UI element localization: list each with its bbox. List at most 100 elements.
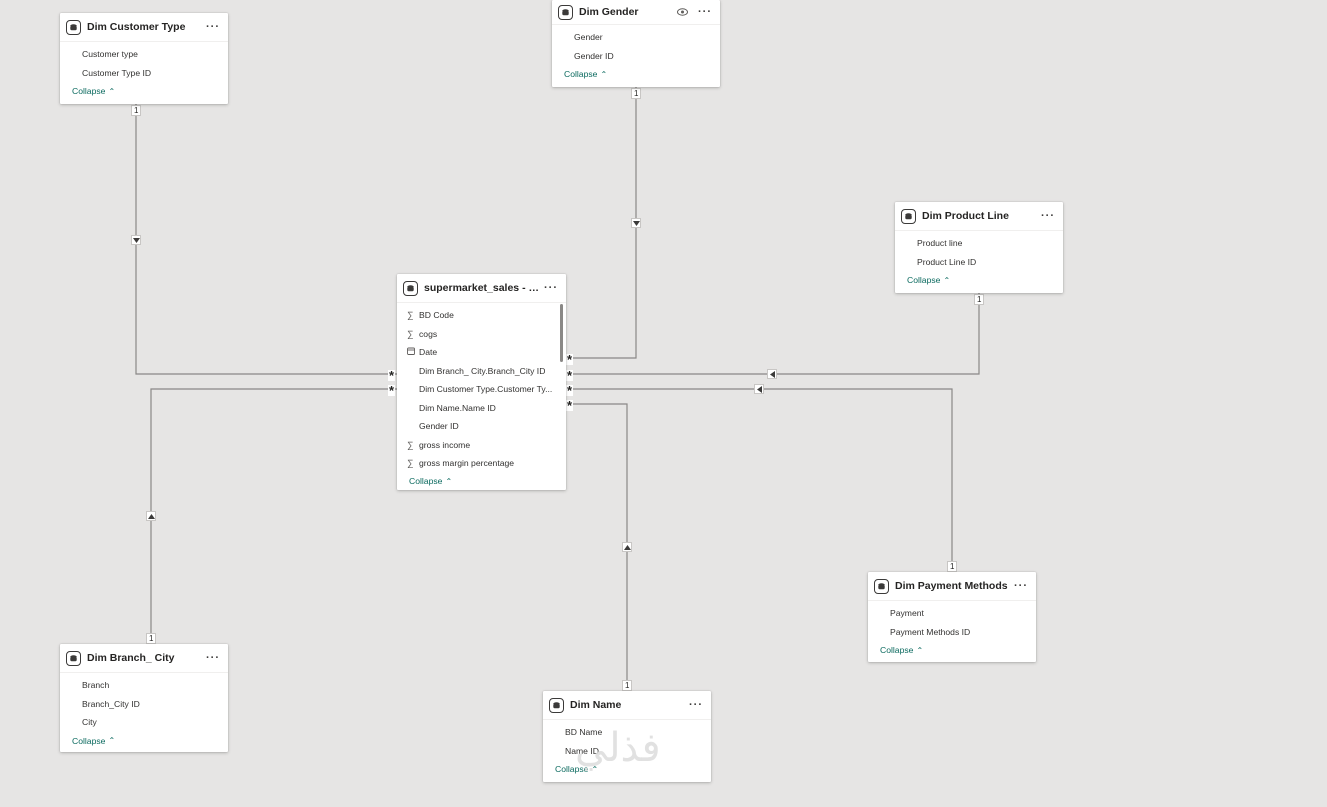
field-list: BD Name Name ID — [543, 720, 711, 760]
chevron-up-icon: ⌃ — [600, 69, 608, 79]
chevron-up-icon: ⌃ — [916, 645, 924, 655]
table-card-dim-gender[interactable]: Dim Gender ··· Gender Gender ID Collapse… — [552, 0, 720, 87]
field-item[interactable]: Payment Methods ID — [868, 623, 1036, 642]
more-options-icon[interactable]: ··· — [687, 699, 705, 711]
more-options-icon[interactable]: ··· — [1012, 580, 1030, 592]
cardinality-one: 1 — [974, 294, 985, 305]
collapse-button[interactable]: Collapse ⌃ — [543, 760, 711, 778]
field-item[interactable]: Gender ID — [397, 417, 566, 436]
table-header[interactable]: Dim Product Line ··· — [895, 202, 1063, 231]
sum-icon: ∑ — [407, 439, 414, 450]
filter-direction-left-icon[interactable] — [767, 369, 777, 379]
model-canvas[interactable]: 1 1 1 1 1 1 * * * * * * Dim Customer Typ… — [0, 0, 1327, 807]
relationship-line-product-line — [566, 293, 980, 375]
cardinality-one: 1 — [146, 633, 157, 644]
table-title: supermarket_sales - She... — [424, 282, 542, 294]
collapse-button[interactable]: Collapse ⌃ — [397, 474, 566, 488]
field-item[interactable]: Payment — [868, 604, 1036, 623]
table-header[interactable]: Dim Name ··· — [543, 691, 711, 720]
table-icon — [874, 578, 889, 594]
cardinality-many: * — [566, 352, 574, 367]
collapse-button[interactable]: Collapse ⌃ — [868, 641, 1036, 659]
field-list[interactable]: ∑ BD Code ∑ cogs Date Dim Branch_ City.Bra… — [397, 303, 566, 474]
filter-direction-up-icon[interactable] — [146, 511, 156, 521]
relationship-line-branch-city — [150, 388, 397, 644]
more-options-icon[interactable]: ··· — [204, 652, 222, 664]
relationship-line-gender — [566, 87, 637, 359]
table-title: Dim Name — [570, 699, 622, 711]
cardinality-many: * — [388, 368, 396, 383]
more-options-icon[interactable]: ··· — [204, 21, 222, 33]
more-options-icon[interactable]: ··· — [696, 6, 714, 18]
field-list: Product line Product Line ID — [895, 231, 1063, 271]
cardinality-one: 1 — [947, 561, 958, 572]
field-item[interactable]: Dim Customer Type.Customer Ty... — [397, 380, 566, 399]
table-card-supermarket-sales[interactable]: supermarket_sales - She... ··· ∑BD Code … — [397, 274, 566, 490]
field-item[interactable]: ∑ BD Code — [397, 306, 566, 325]
relationship-line-name — [566, 403, 628, 690]
collapse-button[interactable]: Collapse ⌃ — [552, 65, 720, 83]
sum-icon: ∑ — [407, 310, 414, 321]
table-header[interactable]: Dim Gender ··· — [552, 0, 720, 25]
field-item[interactable]: Dim Branch_ City.Branch_City ID — [397, 362, 566, 381]
field-item[interactable]: ∑ cogs — [397, 325, 566, 344]
filter-direction-down-icon[interactable] — [131, 235, 141, 245]
table-header[interactable]: Dim Payment Methods ··· — [868, 572, 1036, 601]
cardinality-one: 1 — [631, 88, 642, 99]
field-item[interactable]: BD Name — [543, 723, 711, 742]
table-header[interactable]: Dim Customer Type ··· — [60, 13, 228, 42]
sum-icon: ∑ — [407, 458, 414, 469]
table-card-dim-product-line[interactable]: Dim Product Line ··· Product line Produc… — [895, 202, 1063, 293]
table-icon — [403, 280, 418, 296]
scrollbar[interactable] — [560, 304, 563, 362]
collapse-button[interactable]: Collapse ⌃ — [60, 732, 228, 750]
table-header[interactable]: supermarket_sales - She... ··· — [397, 274, 566, 303]
table-title: Dim Product Line — [922, 210, 1009, 222]
eye-icon[interactable] — [677, 8, 688, 16]
field-item[interactable]: Product line — [895, 234, 1063, 253]
field-item[interactable]: Gender ID — [552, 47, 720, 66]
field-item[interactable]: Gender — [552, 28, 720, 47]
field-item[interactable]: Branch — [60, 676, 228, 695]
sum-icon: ∑ — [407, 328, 414, 339]
field-list: Payment Payment Methods ID — [868, 601, 1036, 641]
collapse-button[interactable]: Collapse ⌃ — [60, 82, 228, 100]
field-list: Customer type Customer Type ID — [60, 42, 228, 82]
chevron-up-icon: ⌃ — [108, 86, 116, 96]
table-card-dim-customer-type[interactable]: Dim Customer Type ··· Customer type Cust… — [60, 13, 228, 104]
table-title: Dim Customer Type — [87, 21, 186, 33]
field-item[interactable]: Name ID — [543, 742, 711, 761]
table-title: Dim Payment Methods — [895, 580, 1008, 592]
filter-direction-left-icon[interactable] — [754, 384, 764, 394]
filter-direction-up-icon[interactable] — [622, 542, 632, 552]
table-icon — [901, 208, 916, 224]
table-title: Dim Gender — [579, 6, 639, 18]
field-item[interactable]: Dim Name.Name ID — [397, 399, 566, 418]
field-item[interactable]: ∑ gross income — [397, 436, 566, 455]
field-item[interactable]: Date — [397, 343, 566, 362]
filter-direction-down-icon[interactable] — [631, 218, 641, 228]
table-title: Dim Branch_ City — [87, 652, 175, 664]
collapse-button[interactable]: Collapse ⌃ — [895, 271, 1063, 289]
cardinality-many: * — [566, 368, 574, 383]
field-item[interactable]: Product Line ID — [895, 253, 1063, 272]
cardinality-many: * — [566, 383, 574, 398]
field-item[interactable]: Branch_City ID — [60, 695, 228, 714]
field-item[interactable]: Customer Type ID — [60, 64, 228, 83]
relationship-line-customer-type — [135, 103, 397, 375]
table-icon — [66, 650, 81, 666]
table-card-dim-name[interactable]: Dim Name ··· BD Name Name ID Collapse ⌃ — [543, 691, 711, 782]
table-card-dim-branch-city[interactable]: Dim Branch_ City ··· Branch Branch_City … — [60, 644, 228, 752]
calendar-icon — [407, 347, 419, 357]
table-icon — [558, 4, 573, 20]
cardinality-many: * — [566, 398, 574, 413]
table-card-dim-payment-methods[interactable]: Dim Payment Methods ··· Payment Payment … — [868, 572, 1036, 662]
field-list: Gender Gender ID — [552, 25, 720, 65]
field-item[interactable]: ∑ gross margin percentage — [397, 454, 566, 473]
table-header[interactable]: Dim Branch_ City ··· — [60, 644, 228, 673]
field-item[interactable]: City — [60, 713, 228, 732]
more-options-icon[interactable]: ··· — [1039, 210, 1057, 222]
field-item[interactable]: Customer type — [60, 45, 228, 64]
chevron-up-icon: ⌃ — [943, 275, 951, 285]
more-options-icon[interactable]: ··· — [542, 282, 560, 294]
